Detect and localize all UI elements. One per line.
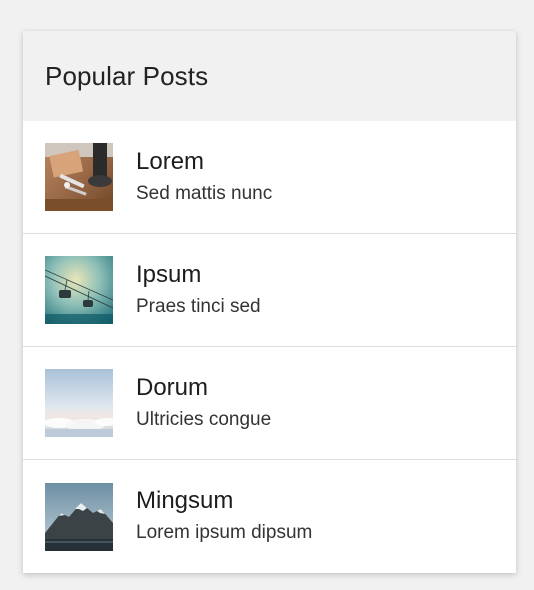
post-title[interactable]: Ipsum	[136, 260, 261, 290]
post-item-ipsum[interactable]: Ipsum Praes tinci sed	[23, 234, 516, 347]
post-text: Mingsum Lorem ipsum dipsum	[136, 486, 312, 547]
post-subtitle: Praes tinci sed	[136, 295, 261, 317]
post-thumbnail-cable-car[interactable]	[45, 256, 113, 324]
post-item-mingsum[interactable]: Mingsum Lorem ipsum dipsum	[23, 460, 516, 573]
post-subtitle: Ultricies congue	[136, 408, 272, 430]
post-list: Lorem Sed mattis nunc Ipsum Praes tinci …	[23, 121, 516, 573]
popular-posts-card: Popular Posts Lorem Sed mattis nunc Ipsu…	[23, 31, 516, 573]
post-item-lorem[interactable]: Lorem Sed mattis nunc	[23, 121, 516, 234]
card-title: Popular Posts	[45, 60, 209, 91]
post-title[interactable]: Dorum	[136, 373, 271, 403]
post-item-dorum[interactable]: Dorum Ultricies congue	[23, 347, 516, 460]
post-text: Dorum Ultricies congue	[136, 373, 271, 434]
post-thumbnail-mountain-lake[interactable]	[45, 482, 113, 551]
post-title[interactable]: Lorem	[136, 147, 272, 177]
post-thumbnail-desk-tools[interactable]	[45, 143, 113, 211]
post-subtitle: Sed mattis nunc	[136, 182, 273, 204]
sky-clouds-photo-icon	[45, 369, 113, 437]
cable-car-photo-icon	[45, 256, 113, 324]
post-title[interactable]: Mingsum	[136, 486, 312, 516]
mountain-lake-photo-icon	[45, 482, 113, 551]
desk-tools-photo-icon	[45, 143, 113, 211]
card-header: Popular Posts	[23, 31, 516, 121]
post-thumbnail-sky-clouds[interactable]	[45, 369, 113, 437]
post-text: Ipsum Praes tinci sed	[136, 260, 261, 321]
post-subtitle: Lorem ipsum dipsum	[136, 522, 313, 543]
post-text: Lorem Sed mattis nunc	[136, 147, 272, 208]
